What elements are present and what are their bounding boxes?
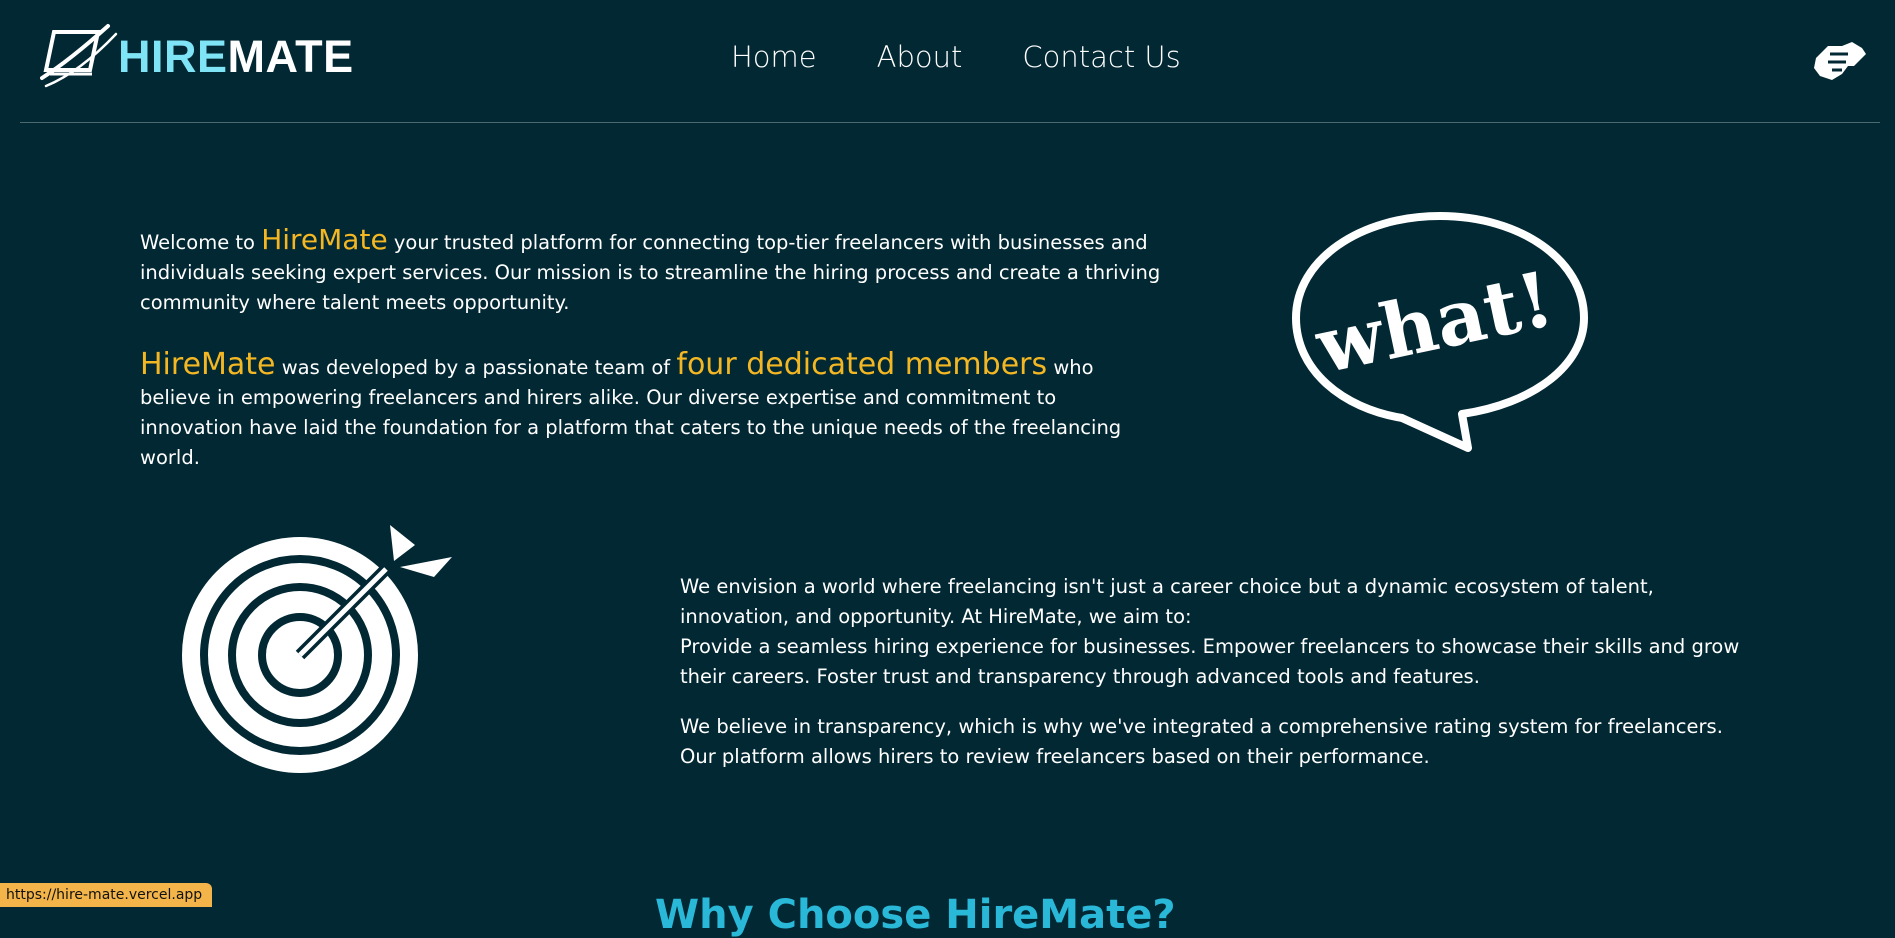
nav-contact[interactable]: Contact Us xyxy=(1022,40,1180,74)
intro-paragraph-1: Welcome to HireMate your trusted platfor… xyxy=(140,222,1220,318)
laptop-swoosh-icon xyxy=(40,24,118,88)
team-highlight: four dedicated members xyxy=(676,346,1048,382)
brand-highlight: HireMate xyxy=(140,346,276,382)
status-bar-url: https://hire-mate.vercel.app xyxy=(0,883,213,907)
vision-paragraph-1b: Provide a seamless hiring experience for… xyxy=(680,632,1740,692)
section-title: Why Choose HireMate? xyxy=(655,892,1176,938)
handshake-icon[interactable] xyxy=(1812,38,1868,84)
intro-paragraph-2: HireMate was developed by a passionate t… xyxy=(140,346,1140,473)
speech-bubble-icon: what! xyxy=(1292,212,1588,452)
header-divider xyxy=(20,122,1880,123)
intro-text: Welcome to xyxy=(140,230,255,254)
brand-mate: MATE xyxy=(227,31,354,82)
logo[interactable]: HIREMATE xyxy=(40,20,354,90)
speech-bubble-text: what! xyxy=(1308,254,1561,391)
brand-hire: HIRE xyxy=(118,31,228,82)
vision-text: Provide a seamless hiring experience for… xyxy=(680,634,1740,688)
intro-text: was developed by a passionate team of xyxy=(281,355,671,379)
vision-paragraph-1: We envision a world where freelancing is… xyxy=(680,574,1654,628)
brand-name: HIREMATE xyxy=(118,31,354,83)
site-header: HIREMATE Home About Contact Us xyxy=(0,0,1895,122)
nav-about[interactable]: About xyxy=(877,40,963,74)
brand-highlight: HireMate xyxy=(261,222,388,256)
main-nav: Home About Contact Us xyxy=(731,40,1181,74)
vision-paragraph-2: We believe in transparency, which is why… xyxy=(680,714,1723,768)
target-arrow-icon xyxy=(182,525,452,773)
nav-home[interactable]: Home xyxy=(731,40,817,74)
